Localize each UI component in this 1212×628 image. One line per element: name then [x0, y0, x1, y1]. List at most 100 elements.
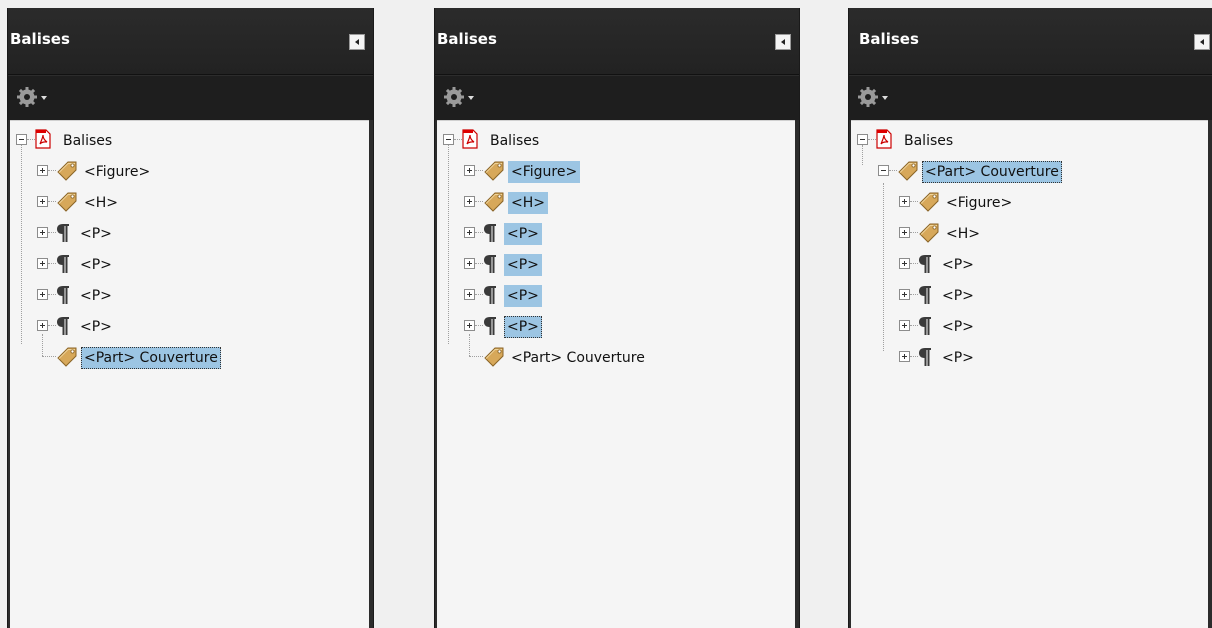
- collapse-node-button[interactable]: [857, 134, 868, 145]
- pilcrow-icon: [917, 346, 933, 372]
- tree-node[interactable]: <H>: [851, 220, 1208, 246]
- tree-node[interactable]: <Part> Couverture: [437, 334, 795, 372]
- tree-node-label: <P>: [942, 319, 974, 335]
- collapse-panel-button[interactable]: [349, 34, 365, 50]
- tree-node[interactable]: <H>: [10, 189, 369, 215]
- expand-node-button[interactable]: [899, 320, 910, 331]
- panel-toolbar: [435, 76, 799, 120]
- tree-node[interactable]: <Figure>: [437, 158, 795, 184]
- tree-node[interactable]: <P>: [851, 344, 1208, 370]
- pilcrow-icon: [482, 315, 498, 341]
- tag-icon: [896, 160, 920, 186]
- collapse-panel-button[interactable]: [1194, 34, 1210, 50]
- expand-node-button[interactable]: [37, 320, 48, 331]
- tree-node[interactable]: <P>: [437, 220, 795, 246]
- expand-node-button[interactable]: [899, 227, 910, 238]
- panel-toolbar: [849, 76, 1212, 120]
- tree-connector: [42, 356, 56, 357]
- expand-node-button[interactable]: [464, 227, 475, 238]
- tree-node[interactable]: <Figure>: [10, 158, 369, 184]
- expand-node-button[interactable]: [899, 196, 910, 207]
- tag-icon: [917, 222, 941, 248]
- tree-node-label: <P>: [942, 257, 974, 273]
- tag-tree[interactable]: Balises <Figure> <H> <P> <P> <P> <P> <Part> Cou…: [10, 120, 369, 628]
- tree-node-label: <H>: [508, 192, 548, 214]
- tree-node[interactable]: <H>: [437, 189, 795, 215]
- tag-icon: [55, 160, 79, 186]
- options-menu-button[interactable]: [16, 86, 50, 108]
- pilcrow-icon: [482, 284, 498, 310]
- collapse-node-button[interactable]: [16, 134, 27, 145]
- tree-node-label: <Part> Couverture: [81, 347, 221, 369]
- expand-node-button[interactable]: [899, 351, 910, 362]
- tree-node-label: <H>: [946, 226, 980, 242]
- tree-root-balises[interactable]: Balises: [437, 127, 795, 153]
- expand-node-button[interactable]: [899, 289, 910, 300]
- tree-node[interactable]: <P>: [437, 282, 795, 308]
- tag-icon: [482, 160, 506, 186]
- tag-icon: [482, 346, 506, 372]
- expand-node-button[interactable]: [37, 289, 48, 300]
- expand-node-button[interactable]: [37, 165, 48, 176]
- tree-node-label: <P>: [504, 254, 542, 276]
- tree-node-label: <P>: [504, 285, 542, 307]
- tag-icon: [55, 346, 79, 372]
- collapse-panel-button[interactable]: [775, 34, 791, 50]
- tree-node[interactable]: <Part> Couverture: [10, 334, 369, 372]
- pilcrow-icon: [482, 253, 498, 279]
- tag-icon: [917, 191, 941, 217]
- panel-header: Balises: [849, 8, 1212, 75]
- tree-node[interactable]: <P>: [10, 282, 369, 308]
- tree-node-label: Balises: [63, 133, 113, 149]
- tree-node-label: <H>: [84, 195, 118, 211]
- expand-node-button[interactable]: [464, 320, 475, 331]
- pdf-icon: [34, 129, 52, 153]
- tree-node[interactable]: <P>: [10, 220, 369, 246]
- tree-node-label: <Part> Couverture: [922, 161, 1062, 183]
- tag-tree[interactable]: Balises <Part> Couverture <Figure> <H> <P> <P…: [851, 120, 1208, 628]
- gear-icon: [858, 87, 878, 107]
- pilcrow-icon: [917, 253, 933, 279]
- chevron-down-icon: [41, 96, 47, 100]
- collapse-node-button[interactable]: [878, 165, 889, 176]
- gear-icon: [444, 87, 464, 107]
- tag-tree[interactable]: Balises <Figure> <H> <P> <P> <P> <P> <Part> Cou…: [437, 120, 795, 628]
- tree-node[interactable]: <P>: [10, 251, 369, 277]
- tags-panel-2: Balises Balises <Figure> <H> <P> <P> <P> <P> <P…: [434, 8, 800, 628]
- tree-root-balises[interactable]: Balises: [10, 127, 369, 153]
- tree-node-label: <P>: [942, 350, 974, 366]
- tree-node-label: <P>: [80, 319, 112, 335]
- tags-panel-1: Balises Balises <Figure> <H> <P> <P> <P> <P> <P…: [7, 8, 374, 628]
- tree-node[interactable]: <P>: [437, 313, 795, 339]
- panel-header: Balises: [8, 8, 373, 75]
- tree-node-part[interactable]: <Part> Couverture: [851, 158, 1208, 184]
- tree-node[interactable]: <P>: [851, 313, 1208, 339]
- panel-title: Balises: [859, 30, 919, 48]
- chevron-down-icon: [882, 96, 888, 100]
- tree-node-label: Balises: [490, 133, 540, 149]
- expand-node-button[interactable]: [464, 196, 475, 207]
- tree-node[interactable]: <Figure>: [851, 189, 1208, 215]
- tree-node[interactable]: <P>: [851, 282, 1208, 308]
- expand-node-button[interactable]: [37, 227, 48, 238]
- pilcrow-icon: [917, 284, 933, 310]
- tree-node-label: <P>: [80, 288, 112, 304]
- tree-root-balises[interactable]: Balises: [851, 127, 1208, 153]
- tree-connector: [469, 334, 470, 356]
- tree-node-label: <Part> Couverture: [511, 350, 645, 366]
- expand-node-button[interactable]: [899, 258, 910, 269]
- tree-node[interactable]: <P>: [851, 251, 1208, 277]
- panel-title: Balises: [437, 30, 497, 48]
- tree-node[interactable]: <P>: [10, 313, 369, 339]
- collapse-node-button[interactable]: [443, 134, 454, 145]
- expand-node-button[interactable]: [464, 258, 475, 269]
- expand-node-button[interactable]: [37, 258, 48, 269]
- tree-node[interactable]: <P>: [437, 251, 795, 277]
- panel-header: Balises: [435, 8, 799, 75]
- tree-node-label: <P>: [80, 257, 112, 273]
- options-menu-button[interactable]: [443, 86, 477, 108]
- options-menu-button[interactable]: [857, 86, 891, 108]
- expand-node-button[interactable]: [464, 165, 475, 176]
- expand-node-button[interactable]: [464, 289, 475, 300]
- expand-node-button[interactable]: [37, 196, 48, 207]
